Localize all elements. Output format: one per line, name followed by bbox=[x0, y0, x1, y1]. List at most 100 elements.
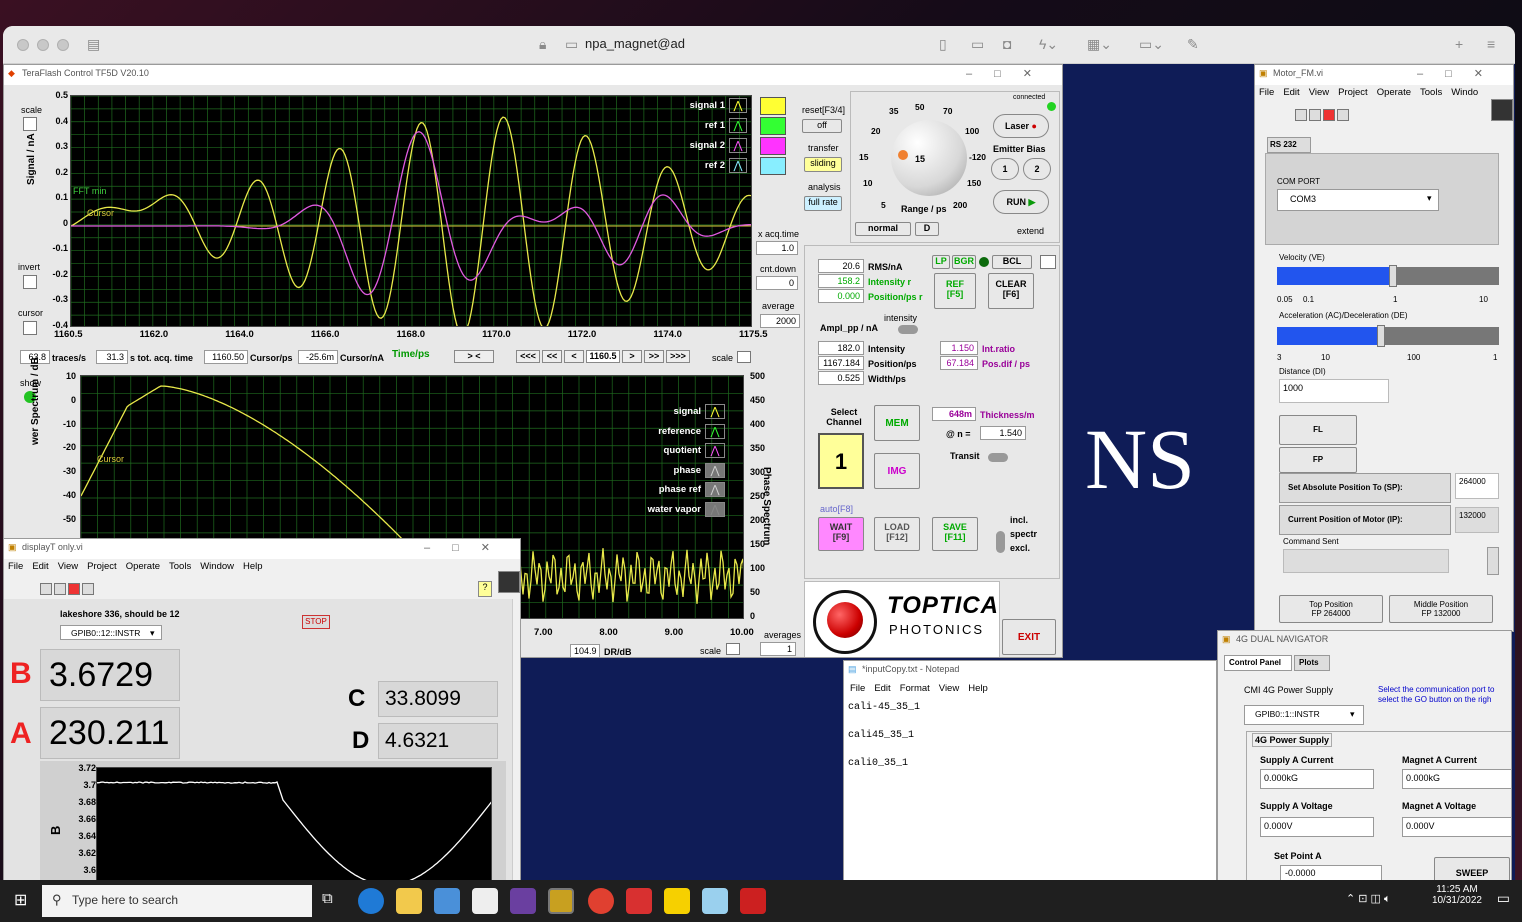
nav-button[interactable]: < bbox=[564, 350, 584, 363]
com-port-select[interactable]: COM3 bbox=[1277, 189, 1439, 211]
minimize-dot[interactable] bbox=[37, 39, 49, 51]
menu-operate[interactable]: Operate bbox=[126, 561, 160, 572]
abort-icon[interactable] bbox=[1323, 109, 1335, 121]
accel-thumb[interactable] bbox=[1377, 325, 1385, 347]
edge-icon[interactable] bbox=[358, 888, 384, 914]
normal-select[interactable]: normal bbox=[855, 222, 911, 236]
ref1-color[interactable] bbox=[760, 117, 786, 135]
run-continuous-icon[interactable] bbox=[1309, 109, 1321, 121]
menu-edit[interactable]: Edit bbox=[32, 561, 48, 572]
store-icon[interactable] bbox=[434, 888, 460, 914]
signal-plot[interactable]: FFT min Cursor signal 1 ⋀ ref 1 ⋀ signal 2 ⋀ r… bbox=[70, 95, 752, 327]
velocity-thumb[interactable] bbox=[1389, 265, 1397, 287]
navigator-dropdown-icon[interactable]: ▾ bbox=[1350, 709, 1355, 720]
menu-help[interactable]: Help bbox=[243, 561, 263, 572]
teraflash-taskbar-icon[interactable] bbox=[740, 888, 766, 914]
reset-toggle[interactable]: off bbox=[802, 119, 842, 133]
run-continuous-icon[interactable] bbox=[54, 583, 66, 595]
help-icon[interactable]: ? bbox=[478, 581, 492, 597]
app-icon-3[interactable] bbox=[664, 888, 690, 914]
intensity-switch[interactable] bbox=[898, 325, 918, 334]
mem-button[interactable]: MEM bbox=[874, 405, 920, 441]
menu-icon[interactable]: ≡ bbox=[1487, 36, 1495, 52]
bgr-toggle[interactable]: BGR bbox=[952, 255, 976, 269]
menu-project[interactable]: Project bbox=[1338, 87, 1368, 98]
labview-icon[interactable] bbox=[548, 888, 574, 914]
scale-checkbox-3[interactable] bbox=[726, 643, 740, 655]
clear-button[interactable]: CLEAR [F6] bbox=[988, 273, 1034, 309]
ref-button[interactable]: REF [F5] bbox=[934, 273, 976, 309]
incl-excl-switch[interactable] bbox=[996, 531, 1005, 553]
averages-value[interactable]: 1 bbox=[760, 642, 796, 656]
side-control[interactable] bbox=[1487, 547, 1499, 575]
screen-icon[interactable]: ▭⌄ bbox=[1139, 36, 1164, 53]
load-button[interactable]: LOAD [F12] bbox=[874, 517, 920, 551]
exit-button[interactable]: EXIT bbox=[1002, 619, 1056, 655]
taskbar-clock[interactable]: 11:25 AM 10/31/2022 bbox=[1432, 884, 1482, 906]
window-controls[interactable]: –□✕ bbox=[966, 67, 1054, 80]
tray-icons[interactable]: ⌃ ⊡ ◫ 🔈︎ bbox=[1346, 892, 1391, 906]
full-rate-toggle[interactable]: full rate bbox=[804, 196, 842, 211]
nav-button[interactable]: > < bbox=[454, 350, 494, 363]
stop-button[interactable]: STOP bbox=[302, 615, 330, 629]
img-button[interactable]: IMG bbox=[874, 453, 920, 489]
app-icon-1[interactable] bbox=[510, 888, 536, 914]
lakeshore-gpib-select[interactable]: GPIB0::12::INSTR bbox=[60, 625, 162, 640]
menu-file[interactable]: File bbox=[8, 561, 23, 572]
tab-plots[interactable]: Plots bbox=[1294, 655, 1330, 671]
motor-window-controls[interactable]: –□✕ bbox=[1417, 67, 1505, 80]
fl-button[interactable]: FL bbox=[1279, 415, 1357, 445]
d-select[interactable]: D bbox=[915, 222, 939, 236]
transit-switch[interactable] bbox=[988, 453, 1008, 462]
zoom-dot[interactable] bbox=[57, 39, 69, 51]
chrome-icon[interactable] bbox=[588, 888, 614, 914]
menu-file[interactable]: File bbox=[1259, 87, 1274, 98]
average-value[interactable]: 2000 bbox=[760, 314, 800, 328]
save-button[interactable]: SAVE [F11] bbox=[932, 517, 978, 551]
emitter-2-button[interactable]: 2 bbox=[1023, 158, 1051, 180]
scale-checkbox[interactable] bbox=[23, 117, 37, 131]
menu-project[interactable]: Project bbox=[87, 561, 117, 572]
add-icon[interactable]: + bbox=[1455, 36, 1463, 52]
lakeshore-dropdown-icon[interactable]: ▾ bbox=[150, 628, 155, 639]
menu-help[interactable]: Help bbox=[968, 683, 988, 694]
scale-checkbox-2[interactable] bbox=[737, 351, 751, 363]
menu-window[interactable]: Window bbox=[200, 561, 234, 572]
nav-button[interactable]: > bbox=[622, 350, 642, 363]
menu-format[interactable]: Format bbox=[900, 683, 930, 694]
accel-slider[interactable] bbox=[1277, 327, 1499, 345]
bcl-toggle[interactable]: BCL bbox=[992, 255, 1032, 269]
channel-select[interactable]: 1 bbox=[818, 433, 864, 489]
nav-button[interactable]: << bbox=[542, 350, 562, 363]
tab-control-panel[interactable]: Control Panel bbox=[1224, 655, 1292, 671]
taskbar-search[interactable]: ⚲ Type here to search bbox=[42, 885, 312, 917]
notifications-icon[interactable]: ▭ bbox=[1497, 890, 1510, 907]
display-window-controls[interactable]: –□✕ bbox=[424, 541, 512, 554]
pen-icon[interactable]: ✎ bbox=[1187, 36, 1199, 53]
sweep-button[interactable]: SWEEP bbox=[1434, 857, 1510, 882]
set-absolute-value[interactable]: 264000 bbox=[1455, 473, 1499, 499]
run-arrow-icon[interactable] bbox=[40, 583, 52, 595]
signal2-color[interactable] bbox=[760, 137, 786, 155]
close-dot[interactable] bbox=[17, 39, 29, 51]
task-view-icon[interactable]: ⧉ bbox=[322, 890, 333, 907]
run-button[interactable]: RUN ▶ bbox=[993, 190, 1049, 214]
com-port-dropdown-icon[interactable]: ▾ bbox=[1427, 193, 1432, 204]
nav-button[interactable]: >> bbox=[644, 350, 664, 363]
display-scrollbar[interactable] bbox=[512, 599, 521, 882]
nav-button[interactable]: >>> bbox=[666, 350, 690, 363]
pause-icon[interactable] bbox=[1337, 109, 1349, 121]
file-explorer-icon[interactable] bbox=[396, 888, 422, 914]
menu-view[interactable]: View bbox=[939, 683, 959, 694]
chat-icon[interactable]: ▭ bbox=[971, 36, 984, 53]
app-icon-2[interactable] bbox=[626, 888, 652, 914]
menu-view[interactable]: View bbox=[1309, 87, 1329, 98]
menu-view[interactable]: View bbox=[58, 561, 78, 572]
windows-start-icon[interactable]: ⊞ bbox=[14, 890, 27, 910]
document-icon[interactable]: ▯ bbox=[939, 36, 947, 53]
nav-button[interactable]: 1160.5 bbox=[586, 350, 620, 363]
lightning-icon[interactable]: ϟ⌄ bbox=[1039, 36, 1058, 53]
keyboard-icon[interactable]: ▦⌄ bbox=[1087, 36, 1112, 53]
nav-button[interactable]: <<< bbox=[516, 350, 540, 363]
menu-edit[interactable]: Edit bbox=[1283, 87, 1299, 98]
